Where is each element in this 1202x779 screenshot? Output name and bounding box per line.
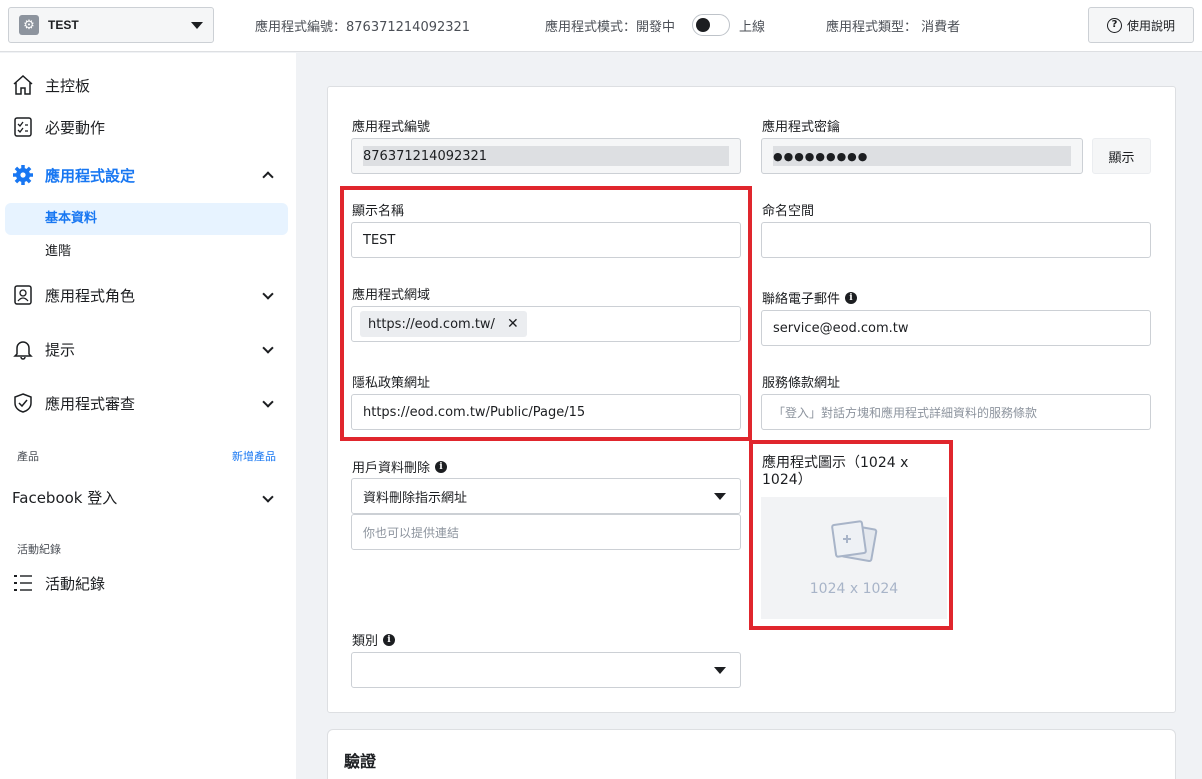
question-icon: ? xyxy=(1106,17,1122,33)
sidebar-item-app-settings[interactable]: 應用程式設定 xyxy=(12,164,274,186)
sidebar: 主控板 必要動作 應用程式設定 基本資料 進階 應用程式角色 提示 應用程式審查 xyxy=(0,53,296,779)
list-icon xyxy=(12,572,34,594)
app-secret-field[interactable]: ●●●●●●●●● xyxy=(761,138,1083,174)
tos-input[interactable]: 「登入」對話方塊和應用程式詳細資料的服務條款 xyxy=(761,394,1151,430)
caret-down-icon xyxy=(714,667,726,674)
contact-email-input[interactable]: service@eod.com.tw xyxy=(761,310,1151,346)
top-bar: ⚙ TEST 應用程式編號：876371214092321 應用程式模式：開發中… xyxy=(0,0,1202,52)
sidebar-item-facebook-login[interactable]: Facebook 登入 xyxy=(12,487,274,508)
namespace-label: 命名空間 xyxy=(762,204,815,219)
caret-down-icon xyxy=(191,21,203,29)
highlight-box-left xyxy=(340,186,752,441)
bell-icon xyxy=(12,338,34,360)
app-name: TEST xyxy=(48,18,79,32)
sidebar-item-dashboard[interactable]: 主控板 xyxy=(12,74,272,96)
caret-down-icon xyxy=(714,493,726,500)
data-deletion-label: 用戶資料刪除 i xyxy=(352,457,448,476)
data-deletion-placeholder: 你也可以提供連結 xyxy=(363,525,460,540)
sidebar-item-review[interactable]: 應用程式審查 xyxy=(12,392,274,414)
sidebar-label-review: 應用程式審查 xyxy=(45,394,136,413)
sidebar-subitem-advanced[interactable]: 進階 xyxy=(5,236,288,268)
chevron-up-icon xyxy=(262,171,274,183)
sidebar-label-app-settings: 應用程式設定 xyxy=(45,166,136,185)
add-product-link[interactable]: 新增產品 xyxy=(232,448,276,464)
app-mode-label: 應用程式模式：開發中 xyxy=(545,20,676,35)
sidebar-label-dashboard: 主控板 xyxy=(45,76,91,95)
contact-email-label: 聯絡電子郵件 i xyxy=(762,288,858,307)
contact-email-label-text: 聯絡電子郵件 xyxy=(762,292,841,307)
app-mode-live-label: 上線 xyxy=(739,20,766,35)
app-id-text: 應用程式編號：876371214092321 xyxy=(255,20,471,35)
verification-title: 驗證 xyxy=(344,752,377,771)
show-secret-button[interactable]: 顯示 xyxy=(1092,138,1151,174)
info-icon[interactable]: i xyxy=(383,633,396,646)
app-id-value: 876371214092321 xyxy=(363,146,729,166)
tos-label: 服務條款網址 xyxy=(762,376,841,391)
data-deletion-select-value: 資料刪除指示網址 xyxy=(363,490,468,506)
products-section-label: 產品 xyxy=(17,450,39,463)
help-button[interactable]: ? 使用說明 xyxy=(1088,7,1194,43)
sidebar-item-alerts[interactable]: 提示 xyxy=(12,338,274,360)
verification-card: 驗證 xyxy=(327,729,1176,779)
highlight-box-icon xyxy=(749,440,953,630)
person-badge-icon xyxy=(12,284,34,306)
chevron-down-icon xyxy=(262,490,274,503)
category-label: 類別 i xyxy=(352,630,396,649)
activity-section-label: 活動紀錄 xyxy=(17,543,61,556)
category-label-text: 類別 xyxy=(352,634,379,649)
app-secret-label: 應用程式密鑰 xyxy=(762,120,841,135)
sidebar-label-alerts: 提示 xyxy=(45,340,76,359)
app-secret-value: ●●●●●●●●● xyxy=(773,146,1071,166)
app-gear-icon: ⚙ xyxy=(19,15,39,35)
sidebar-subitem-basic[interactable]: 基本資料 xyxy=(5,203,288,235)
sidebar-item-activity[interactable]: 活動紀錄 xyxy=(12,572,272,594)
home-icon xyxy=(12,74,34,96)
chevron-down-icon xyxy=(262,288,274,300)
help-label: 使用說明 xyxy=(1126,18,1175,33)
info-icon[interactable]: i xyxy=(435,460,448,473)
info-icon[interactable]: i xyxy=(845,291,858,304)
gear-icon xyxy=(12,164,34,186)
data-deletion-select[interactable]: 資料刪除指示網址 xyxy=(351,478,741,514)
sidebar-label-facebook-login: Facebook 登入 xyxy=(12,489,118,507)
sidebar-item-required-actions[interactable]: 必要動作 xyxy=(12,116,272,138)
data-deletion-url-input[interactable]: 你也可以提供連結 xyxy=(351,514,741,550)
chevron-down-icon xyxy=(262,342,274,354)
namespace-input[interactable] xyxy=(761,222,1151,258)
sidebar-label-activity: 活動紀錄 xyxy=(45,574,106,593)
data-deletion-label-text: 用戶資料刪除 xyxy=(352,461,431,476)
toggle-knob xyxy=(696,18,710,32)
app-mode-toggle[interactable] xyxy=(692,14,730,36)
contact-email-value: service@eod.com.tw xyxy=(773,320,909,336)
sidebar-label-required-actions: 必要動作 xyxy=(45,118,106,137)
app-id-label: 應用程式編號 xyxy=(352,120,431,135)
shield-check-icon xyxy=(12,392,34,414)
app-id-field[interactable]: 876371214092321 xyxy=(351,138,741,174)
category-select[interactable] xyxy=(351,652,741,688)
sidebar-label-roles: 應用程式角色 xyxy=(45,286,136,305)
tos-placeholder: 「登入」對話方塊和應用程式詳細資料的服務條款 xyxy=(773,405,1038,420)
chevron-down-icon xyxy=(262,396,274,408)
sidebar-item-roles[interactable]: 應用程式角色 xyxy=(12,284,274,306)
checklist-icon xyxy=(12,116,34,138)
app-selector[interactable]: ⚙ TEST xyxy=(8,7,214,43)
app-type-text: 應用程式類型： 消費者 xyxy=(826,20,961,35)
